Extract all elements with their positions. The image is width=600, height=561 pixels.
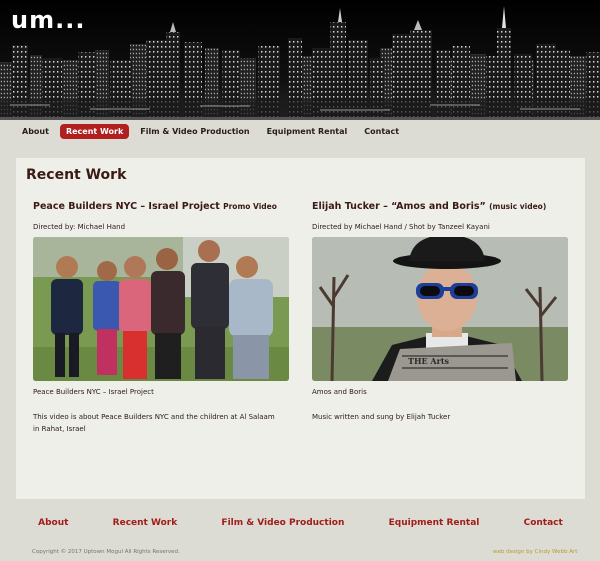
project-title-text: Elijah Tucker – “Amos and Boris” xyxy=(312,201,486,212)
footer-link-equipment-rental[interactable]: Equipment Rental xyxy=(389,518,480,528)
nav-item-equipment-rental[interactable]: Equipment Rental xyxy=(261,124,354,139)
project-description: Music written and sung by Elijah Tucker xyxy=(312,413,451,421)
project-subtitle: Promo Video xyxy=(223,202,277,211)
video-thumbnail-peace-builders[interactable] xyxy=(33,237,289,381)
project-title: Peace Builders NYC – Israel Project Prom… xyxy=(33,198,291,216)
project-credit: Directed by Michael Hand / Shot by Tanze… xyxy=(312,223,490,231)
footer-navigation: About Recent Work Film & Video Productio… xyxy=(16,510,585,536)
header-banner: um... xyxy=(0,0,600,120)
top-navigation: About Recent Work Film & Video Productio… xyxy=(0,120,600,142)
footer-link-about[interactable]: About xyxy=(38,518,68,528)
city-skyline-image xyxy=(0,0,600,120)
project-subtitle: (music video) xyxy=(489,202,547,211)
footer-link-film-video-production[interactable]: Film & Video Production xyxy=(221,518,344,528)
nav-item-film-video-production[interactable]: Film & Video Production xyxy=(134,124,255,139)
children-photo xyxy=(33,237,289,381)
project-title-text: Peace Builders NYC – Israel Project xyxy=(33,201,220,212)
nav-item-about[interactable]: About xyxy=(16,124,55,139)
project-description: This video is about Peace Builders NYC a… xyxy=(33,413,275,433)
content-card: Recent Work Peace Builders NYC – Israel … xyxy=(16,158,585,499)
video-thumbnail-amos-and-boris[interactable]: THE Arts xyxy=(312,237,568,381)
project-title: Elijah Tucker – “Amos and Boris” (music … xyxy=(312,198,570,216)
man-with-newspaper-photo: THE Arts xyxy=(312,237,568,381)
footer-link-recent-work[interactable]: Recent Work xyxy=(113,518,178,528)
copyright-text: Copyright © 2017 Uptown Mogul All Rights… xyxy=(32,549,180,555)
newspaper-masthead: THE Arts xyxy=(408,356,450,366)
nav-item-contact[interactable]: Contact xyxy=(358,124,405,139)
project-peace-builders: Peace Builders NYC – Israel Project Prom… xyxy=(33,198,291,435)
site-logo[interactable]: um... xyxy=(11,6,85,34)
footer-link-contact[interactable]: Contact xyxy=(524,518,563,528)
page-title: Recent Work xyxy=(26,167,127,183)
project-credit: Directed by: Michael Hand xyxy=(33,223,126,231)
design-credit-link[interactable]: web design by Cindy Webb Art xyxy=(493,549,577,555)
project-amos-and-boris: Elijah Tucker – “Amos and Boris” (music … xyxy=(312,198,570,423)
project-caption: Peace Builders NYC – Israel Project xyxy=(33,388,154,396)
project-caption: Amos and Boris xyxy=(312,388,367,396)
nav-item-recent-work[interactable]: Recent Work xyxy=(59,123,130,139)
